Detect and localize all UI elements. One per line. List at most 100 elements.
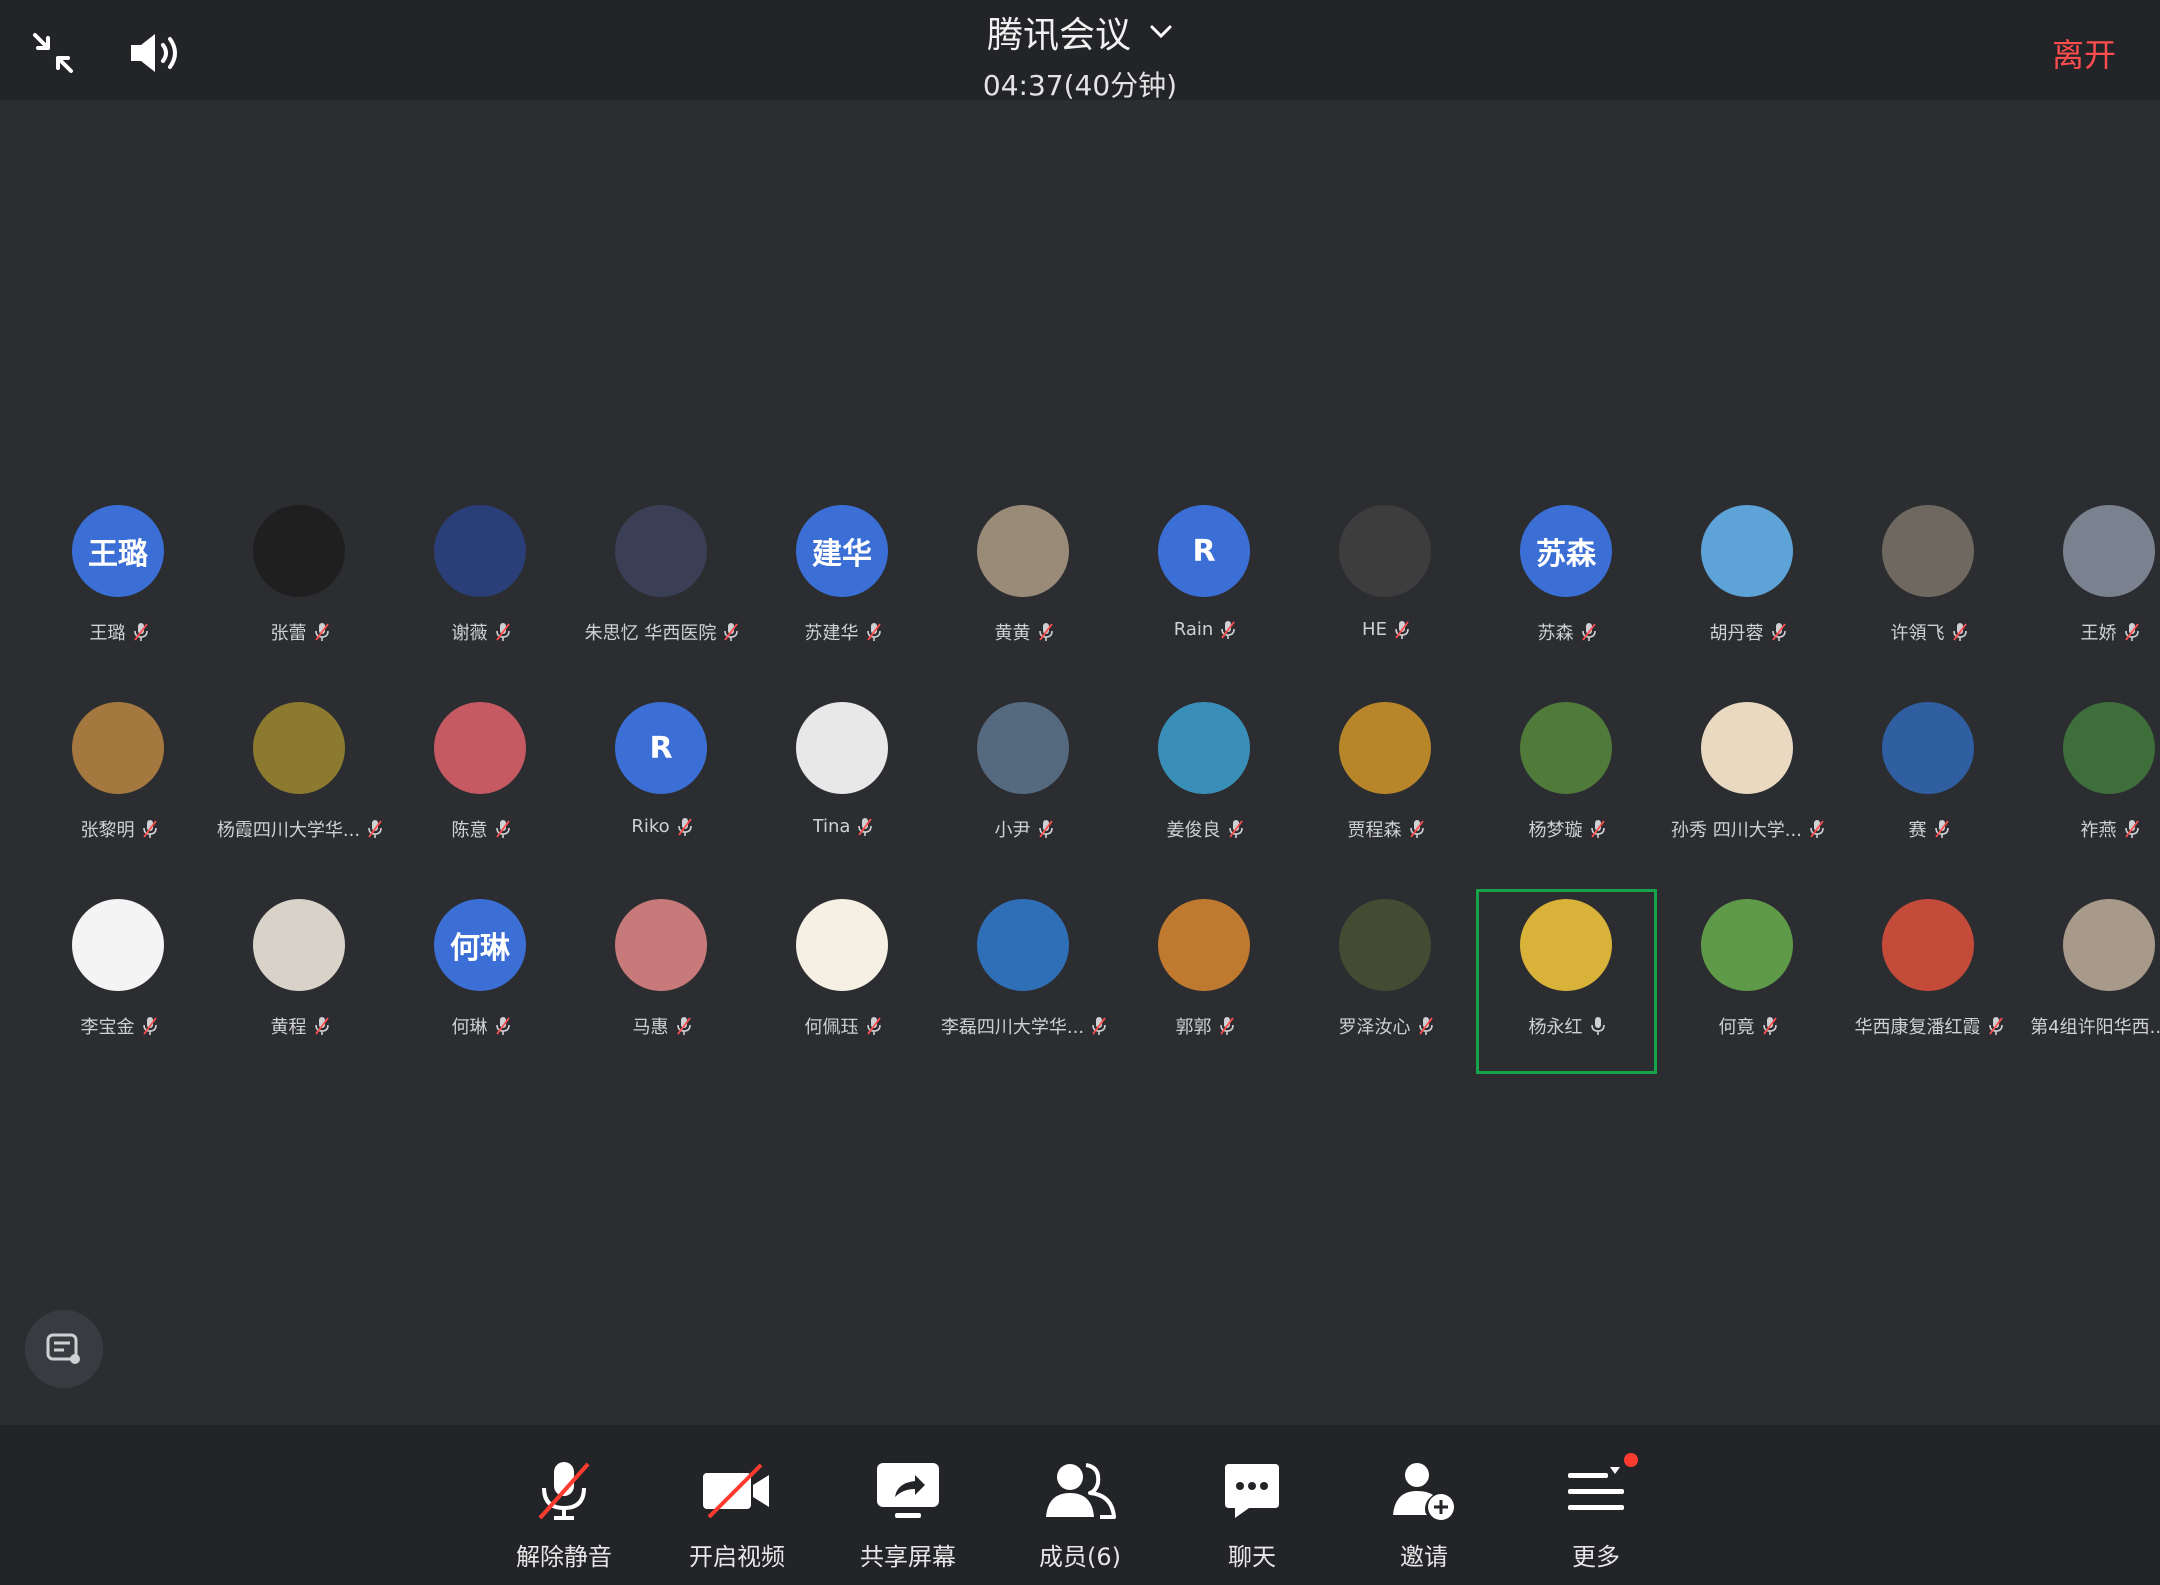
participant-tile[interactable]: 陈意 — [390, 692, 571, 877]
participant-name-row: 何琳 — [390, 1013, 571, 1039]
participant-tile[interactable]: 何琳 何琳 — [390, 889, 571, 1074]
avatar — [1882, 505, 1974, 597]
participant-tile[interactable]: 何佩珏 — [752, 889, 933, 1074]
participant-tile[interactable]: 马惠 — [571, 889, 752, 1074]
participant-tile[interactable]: 姜俊良 — [1114, 692, 1295, 877]
participant-name-row: 朱思忆 华西医院 — [571, 619, 752, 645]
participant-tile[interactable]: 王娇 — [2019, 495, 2160, 680]
participant-tile[interactable]: 黄黄 — [933, 495, 1114, 680]
participant-tile[interactable]: 杨梦璇 — [1476, 692, 1657, 877]
mic-muted-icon — [1590, 1017, 1605, 1035]
chat-icon — [1182, 1455, 1322, 1527]
mic-muted-icon — [1952, 623, 1967, 641]
share-screen-label: 共享屏幕 — [860, 1543, 956, 1571]
participant-tile[interactable]: 张蕾 — [209, 495, 390, 680]
mic-muted-icon — [368, 820, 382, 838]
participant-tile[interactable]: HE — [1295, 495, 1476, 680]
leave-button[interactable]: 离开 — [2052, 30, 2116, 76]
more-button[interactable]: 更多 — [1526, 1453, 1666, 1572]
participant-name: 杨永红 — [1528, 1017, 1583, 1038]
mic-muted-icon — [314, 623, 329, 641]
mic-muted-icon — [495, 623, 510, 641]
participant-tile[interactable]: 王璐 王璐 — [28, 495, 209, 680]
video-off-icon — [667, 1455, 807, 1527]
start-video-label: 开启视频 — [689, 1543, 785, 1571]
participant-tile[interactable]: 郭郭 — [1114, 889, 1295, 1074]
participant-name: 陈意 — [451, 820, 488, 841]
participant-name-row: 小尹 — [933, 816, 1114, 842]
participant-tile[interactable]: 赛 — [1838, 692, 2019, 877]
participant-name-row: 祚燕 — [2019, 816, 2160, 842]
mic-muted-icon — [724, 623, 739, 641]
collapse-icon[interactable] — [28, 28, 78, 78]
participant-tile[interactable]: 苏森 苏森 — [1476, 495, 1657, 680]
participant-name: 苏建华 — [804, 623, 859, 644]
participant-tile[interactable]: Tina — [752, 692, 933, 877]
mic-muted-icon — [1988, 1017, 2003, 1035]
participant-tile[interactable]: R Riko — [571, 692, 752, 877]
avatar — [1882, 899, 1974, 991]
participant-tile[interactable]: 祚燕 — [2019, 692, 2160, 877]
participant-name: 黄黄 — [994, 623, 1031, 644]
participant-name: 李磊四川大学华... — [940, 1017, 1085, 1038]
participant-tile[interactable]: 建华 苏建华 — [752, 495, 933, 680]
participant-tile[interactable]: 李磊四川大学华... — [933, 889, 1114, 1074]
invite-button[interactable]: 邀请 — [1354, 1455, 1494, 1572]
participant-tile[interactable]: 第4组许阳华西... — [2019, 889, 2160, 1074]
participant-tile[interactable]: 谢薇 — [390, 495, 571, 680]
chevron-down-icon[interactable] — [1149, 24, 1173, 40]
participant-tile[interactable]: 许領飞 — [1838, 495, 2019, 680]
avatar — [977, 505, 1069, 597]
participant-name-row: 何佩珏 — [752, 1013, 933, 1039]
participant-name-row: 郭郭 — [1114, 1013, 1295, 1039]
mic-muted-icon — [1219, 1017, 1234, 1035]
caption-toggle-button[interactable] — [25, 1310, 103, 1388]
participant-tile[interactable]: 杨霞四川大学华... — [209, 692, 390, 877]
chat-button[interactable]: 聊天 — [1182, 1455, 1322, 1572]
avatar — [977, 702, 1069, 794]
participant-tile[interactable]: 张黎明 — [28, 692, 209, 877]
participant-tile[interactable]: 朱思忆 华西医院 — [571, 495, 752, 680]
meeting-title-area[interactable]: 腾讯会议 04:37(40分钟) — [880, 6, 1280, 104]
avatar — [615, 899, 707, 991]
members-button[interactable]: 成员(6) — [1010, 1455, 1150, 1572]
more-icon — [1526, 1455, 1666, 1527]
participant-name: 郭郭 — [1175, 1017, 1212, 1038]
participant-tile[interactable]: 黄程 — [209, 889, 390, 1074]
avatar — [796, 702, 888, 794]
share-screen-button[interactable]: 共享屏幕 — [838, 1455, 978, 1572]
participant-name: 许領飞 — [1890, 623, 1945, 644]
participant-name: 罗泽汝心 — [1338, 1017, 1411, 1038]
avatar — [72, 899, 164, 991]
participant-tile[interactable]: R Rain — [1114, 495, 1295, 680]
participant-tile[interactable]: 小尹 — [933, 692, 1114, 877]
mic-muted-icon — [676, 1017, 691, 1035]
speaker-icon[interactable] — [125, 28, 185, 78]
participant-name-row: HE — [1295, 619, 1476, 640]
participant-row: 王璐 王璐 张蕾 谢薇 朱思忆 华西医院 建华 苏建华黄黄 R Rain HE 苏森 苏森 胡丹蓉许領飞… — [28, 495, 2155, 692]
participant-name-row: Tina — [752, 816, 933, 837]
participant-name-row: 杨永红 — [1476, 1013, 1657, 1039]
participant-row: 张黎明 杨霞四川大学华... 陈意 R Riko Tina 小尹 姜俊良 贾程森 杨梦璇 孙秀 四川… — [28, 692, 2155, 889]
mic-muted-icon — [1762, 1017, 1777, 1035]
participant-name-row: 谢薇 — [390, 619, 571, 645]
participant-name: 杨霞四川大学华... — [216, 820, 361, 841]
participant-tile[interactable]: 李宝金 — [28, 889, 209, 1074]
participant-tile[interactable]: 贾程森 — [1295, 692, 1476, 877]
avatar — [1158, 702, 1250, 794]
start-video-button[interactable]: 开启视频 — [667, 1455, 807, 1572]
participant-tile[interactable]: 胡丹蓉 — [1657, 495, 1838, 680]
participant-tile[interactable]: 杨永红 — [1476, 889, 1657, 1074]
notification-dot — [1624, 1453, 1638, 1467]
participant-tile[interactable]: 罗泽汝心 — [1295, 889, 1476, 1074]
participant-tile[interactable]: 华西康复潘红霞 — [1838, 889, 2019, 1074]
avatar — [253, 899, 345, 991]
share-screen-icon — [838, 1455, 978, 1527]
mic-muted-icon — [1810, 820, 1824, 838]
avatar — [434, 505, 526, 597]
meeting-timer: 04:37(40分钟) — [982, 69, 1178, 102]
participant-tile[interactable]: 何竟 — [1657, 889, 1838, 1074]
mic-muted-icon — [1771, 623, 1786, 641]
participant-tile[interactable]: 孙秀 四川大学... — [1657, 692, 1838, 877]
unmute-button[interactable]: 解除静音 — [494, 1455, 634, 1572]
